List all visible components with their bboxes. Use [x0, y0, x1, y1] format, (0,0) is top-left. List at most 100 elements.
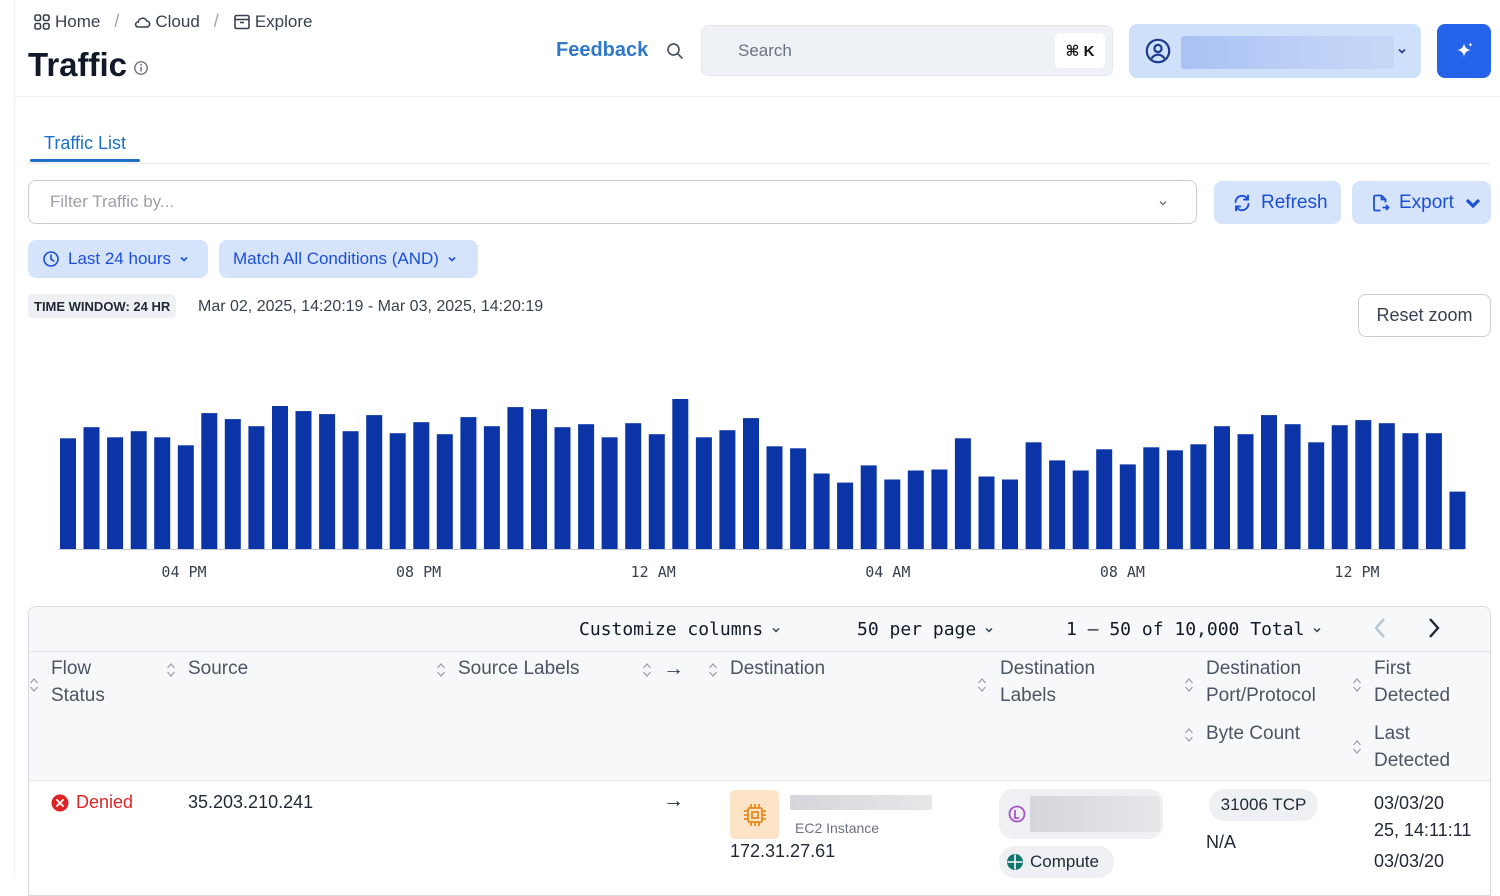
refresh-button[interactable]: Refresh	[1214, 181, 1341, 224]
column-header-source[interactable]: Source	[188, 655, 248, 682]
info-icon[interactable]	[133, 54, 149, 76]
previous-page-button[interactable]	[1373, 617, 1387, 639]
column-header-destination[interactable]: Destination	[730, 655, 825, 682]
chart-bar[interactable]	[1378, 423, 1395, 549]
chart-bar[interactable]	[719, 430, 736, 549]
chart-bar[interactable]	[884, 479, 901, 550]
chart-bar[interactable]	[83, 427, 100, 549]
chart-bar[interactable]	[1331, 425, 1348, 549]
time-range-dropdown[interactable]: Last 24 hours	[28, 240, 208, 278]
chart-bar[interactable]	[224, 419, 241, 549]
chart-bar[interactable]	[1237, 434, 1254, 549]
chart-bar[interactable]	[1143, 447, 1160, 549]
chart-bar[interactable]	[1425, 433, 1442, 549]
match-conditions-dropdown[interactable]: Match All Conditions (AND)	[219, 240, 478, 278]
destination-label-chip[interactable]	[999, 789, 1163, 839]
per-page-selector[interactable]: 50 per page	[857, 619, 994, 640]
chart-bar[interactable]	[672, 399, 689, 549]
sort-icon[interactable]	[29, 676, 39, 694]
column-header-byte-count[interactable]: Byte Count	[1206, 720, 1300, 747]
sort-icon[interactable]	[166, 661, 176, 679]
chart-bar[interactable]	[436, 434, 453, 549]
chart-bar[interactable]	[978, 476, 995, 550]
chart-bar[interactable]	[1308, 442, 1325, 549]
sort-icon[interactable]	[977, 676, 987, 694]
chart-bar[interactable]	[366, 415, 383, 549]
compute-label-chip[interactable]: Compute	[999, 846, 1114, 878]
account-selector[interactable]	[1129, 24, 1421, 78]
chart-bar[interactable]	[1096, 449, 1113, 549]
chart-bar[interactable]	[860, 465, 877, 549]
chart-bar[interactable]	[130, 431, 147, 549]
chart-bar[interactable]	[1261, 415, 1277, 549]
chart-bar[interactable]	[1449, 491, 1466, 549]
chart-bar[interactable]	[1002, 479, 1018, 550]
customize-columns-button[interactable]: Customize columns	[579, 619, 781, 640]
chart-bar[interactable]	[272, 406, 288, 549]
column-header-port-protocol[interactable]: Destination Port/Protocol	[1206, 655, 1316, 709]
sort-icon[interactable]	[1352, 738, 1362, 756]
breadcrumb-home[interactable]: Home	[33, 12, 100, 32]
column-header-destination-labels[interactable]: Destination Labels	[1000, 655, 1095, 709]
sort-icon[interactable]	[1184, 676, 1194, 694]
ai-assistant-button[interactable]	[1437, 24, 1491, 78]
chart-bar[interactable]	[531, 409, 547, 549]
chart-bar[interactable]	[295, 411, 312, 549]
chart-bar[interactable]	[154, 437, 171, 549]
traffic-filter-input[interactable]	[48, 191, 1148, 213]
traffic-filter[interactable]	[28, 180, 1197, 224]
chart-bar[interactable]	[1190, 444, 1207, 549]
chart-bar[interactable]	[1355, 420, 1372, 549]
reset-zoom-button[interactable]: Reset zoom	[1358, 294, 1491, 337]
chart-bar[interactable]	[954, 438, 971, 549]
chart-bar[interactable]	[1214, 426, 1230, 549]
sort-icon[interactable]	[642, 661, 652, 679]
chart-bar[interactable]	[177, 445, 194, 549]
column-header-first-detected[interactable]: First Detected	[1374, 655, 1450, 709]
pagination-info[interactable]: 1 – 50 of 10,000 Total	[1066, 619, 1322, 640]
destination-ip[interactable]: 172.31.27.61	[730, 841, 835, 862]
chart-bar[interactable]	[483, 426, 500, 549]
column-header-last-detected[interactable]: Last Detected	[1374, 720, 1450, 774]
chart-bar[interactable]	[107, 437, 124, 549]
chart-bar[interactable]	[648, 434, 665, 549]
sort-icon[interactable]	[708, 661, 718, 679]
chart-bar[interactable]	[931, 469, 948, 550]
next-page-button[interactable]	[1427, 617, 1441, 639]
chart-bar[interactable]	[907, 470, 924, 550]
column-header-flow-status[interactable]: Flow Status	[51, 655, 105, 709]
chart-bar[interactable]	[248, 426, 265, 549]
chart-bar[interactable]	[1072, 470, 1089, 550]
export-button[interactable]: Export	[1352, 181, 1491, 224]
chart-bar[interactable]	[790, 448, 807, 549]
chart-bar[interactable]	[1119, 464, 1136, 549]
chart-bar[interactable]	[460, 417, 477, 549]
chart-bar[interactable]	[507, 407, 524, 549]
chart-bar[interactable]	[837, 482, 854, 549]
chevron-down-icon[interactable]	[1158, 198, 1168, 208]
chart-bar[interactable]	[389, 433, 406, 549]
sort-icon[interactable]	[436, 661, 446, 679]
search-icon[interactable]	[666, 42, 684, 60]
chart-bar[interactable]	[60, 438, 76, 549]
global-search-input[interactable]: Search ⌘ K	[701, 25, 1113, 76]
chart-bar[interactable]	[319, 414, 336, 549]
traffic-bar-chart[interactable]: 04 PM 08 PM 12 AM 04 AM 08 AM 12 PM	[28, 380, 1478, 590]
feedback-link[interactable]: Feedback	[556, 39, 648, 62]
chart-bar[interactable]	[554, 427, 571, 549]
chart-bar[interactable]	[625, 423, 642, 549]
chart-bar[interactable]	[1049, 460, 1066, 549]
chart-bar[interactable]	[1025, 442, 1042, 549]
chart-bar[interactable]	[201, 413, 218, 549]
breadcrumb-explore[interactable]: Explore	[233, 12, 312, 32]
chart-bar[interactable]	[413, 422, 430, 549]
chart-bar[interactable]	[813, 473, 830, 550]
chart-bar[interactable]	[1284, 424, 1301, 549]
chart-bar[interactable]	[578, 424, 595, 549]
chart-bar[interactable]	[743, 418, 759, 549]
chart-bar[interactable]	[766, 446, 783, 549]
chart-bar[interactable]	[1402, 433, 1419, 549]
chart-bar[interactable]	[695, 437, 712, 549]
chart-bar[interactable]	[1166, 450, 1183, 549]
tab-traffic-list[interactable]: Traffic List	[44, 133, 126, 154]
